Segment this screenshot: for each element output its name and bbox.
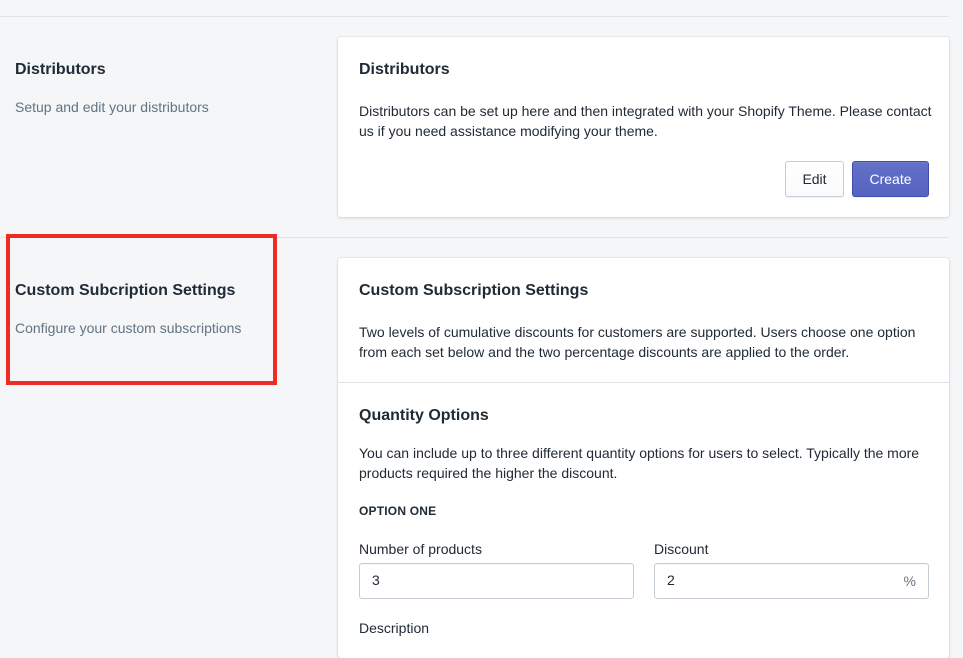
discount-input[interactable] (667, 572, 867, 588)
create-button[interactable]: Create (852, 161, 929, 197)
distributors-card-text: Distributors can be set up here and then… (359, 103, 932, 139)
highlight-box (6, 234, 277, 385)
distributors-annotation-description: Setup and edit your distributors (15, 99, 209, 115)
subscription-card-title: Custom Subscription Settings (359, 282, 589, 299)
distributors-card-title: Distributors (359, 61, 450, 78)
subscription-annotation-description: Configure your custom subscriptions (15, 320, 242, 336)
option-one-heading: OPTION ONE (359, 504, 437, 518)
description-label: Description (359, 620, 430, 636)
percent-suffix: % (903, 573, 916, 589)
number-of-products-field[interactable] (359, 563, 634, 599)
edit-button[interactable]: Edit (785, 161, 844, 197)
subscription-annotation-title: Custom Subcription Settings (15, 282, 236, 299)
discount-label: Discount (654, 541, 709, 557)
section-divider (0, 237, 949, 238)
card-section-divider (338, 382, 949, 383)
number-of-products-label: Number of products (359, 541, 482, 557)
top-divider (0, 16, 949, 17)
quantity-options-title: Quantity Options (359, 407, 489, 424)
subscription-card-text: Two levels of cumulative discounts for c… (359, 324, 916, 360)
discount-field[interactable]: % (654, 563, 929, 599)
subscription-settings-card: Custom Subscription Settings Two levels … (338, 258, 949, 658)
distributors-card: Distributors Distributors can be set up … (338, 37, 949, 217)
quantity-options-text: You can include up to three different qu… (359, 445, 920, 481)
distributors-annotation-title: Distributors (15, 61, 106, 78)
number-of-products-input[interactable] (372, 572, 572, 588)
